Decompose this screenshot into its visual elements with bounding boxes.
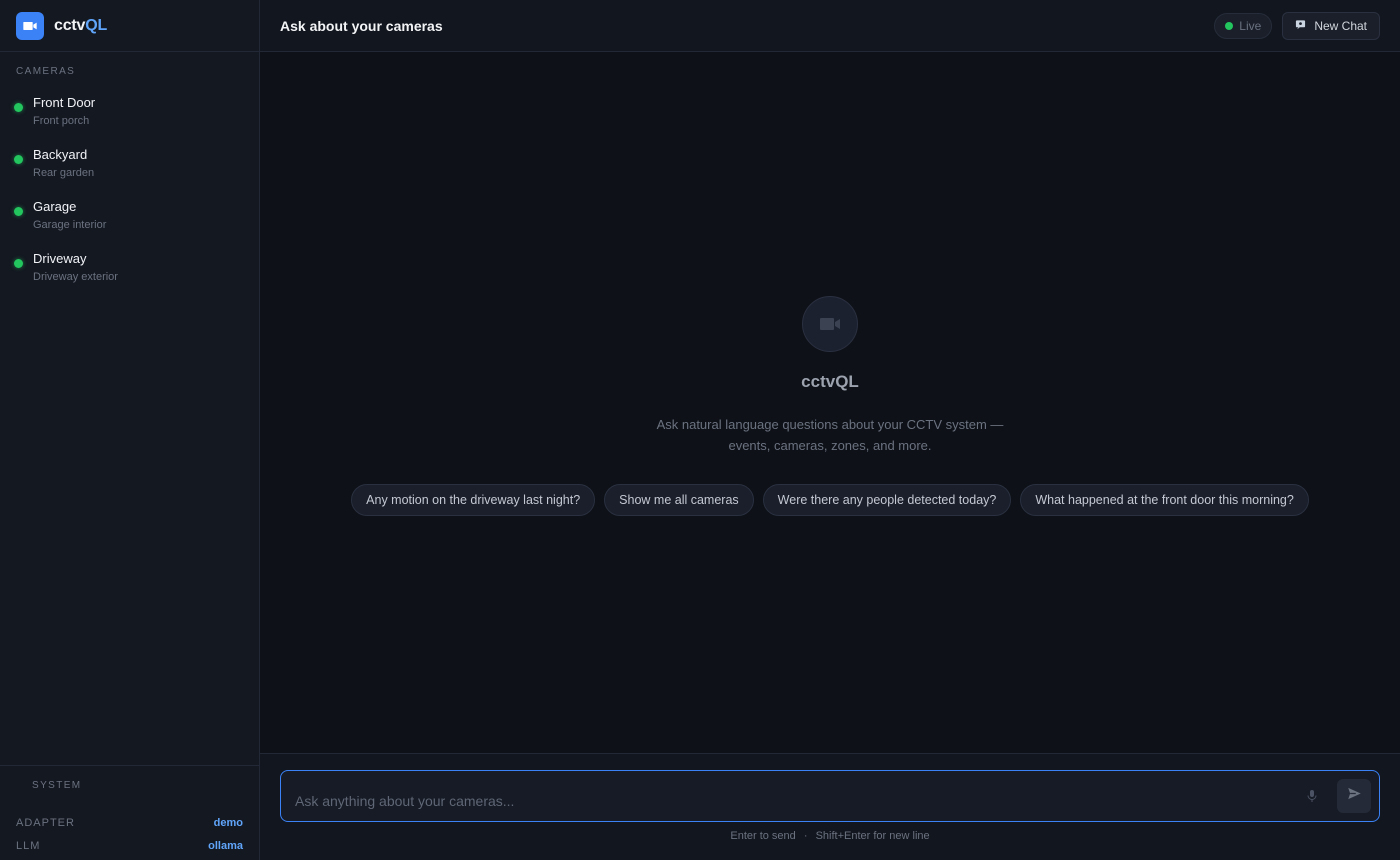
suggestion-chips: Any motion on the driveway last night? S… xyxy=(351,484,1309,516)
topbar: Ask about your cameras Live New Chat xyxy=(260,0,1400,52)
system-row-llm: LLM ollama xyxy=(16,834,243,857)
chat-icon xyxy=(1295,19,1306,33)
camera-name: Backyard xyxy=(33,147,88,162)
microphone-icon[interactable] xyxy=(1299,783,1325,809)
camera-item-driveway[interactable]: Driveway Driveway exterior xyxy=(0,243,259,295)
chat-area: cctvQL Ask natural language questions ab… xyxy=(260,52,1400,753)
camera-location: Garage interior xyxy=(33,219,107,231)
new-chat-button[interactable]: New Chat xyxy=(1282,11,1380,40)
system-row-adapter: ADAPTER demo xyxy=(16,811,243,834)
camera-list: Front Door Front porch Backyard Rear gar… xyxy=(0,83,259,295)
camera-item-front-door[interactable]: Front Door Front porch xyxy=(0,87,259,139)
camera-item-garage[interactable]: Garage Garage interior xyxy=(0,191,259,243)
status-dot xyxy=(14,207,23,216)
camera-name: Driveway xyxy=(33,251,87,266)
send-icon xyxy=(1347,786,1362,806)
video-camera-icon xyxy=(802,296,858,352)
brand[interactable]: cctvQL xyxy=(0,0,259,52)
camera-name: Garage xyxy=(33,199,77,214)
system-value: demo xyxy=(213,816,243,829)
suggestion-chip[interactable]: Were there any people detected today? xyxy=(762,484,1012,516)
empty-state-description: Ask natural language questions about you… xyxy=(656,417,1004,453)
new-chat-label: New Chat xyxy=(1314,18,1367,33)
hint-newline: Shift+Enter for new line xyxy=(815,830,930,842)
sidebar: cctvQL CAMERAS Front Door Front porch Ba… xyxy=(0,0,260,860)
brand-name: cctvQL xyxy=(54,17,107,35)
system-panel: SYSTEM ADAPTER demo LLM ollama xyxy=(0,765,259,860)
empty-state-title: cctvQL xyxy=(801,372,859,391)
live-status-badge: Live xyxy=(1214,12,1273,39)
brand-name-plain: cctv xyxy=(54,16,86,34)
suggestion-chip[interactable]: Any motion on the driveway last night? xyxy=(351,484,596,516)
camera-location: Rear garden xyxy=(33,167,95,179)
composer: Enter to send · Shift+Enter for new line xyxy=(260,753,1400,860)
main-panel: Ask about your cameras Live New Chat cct… xyxy=(260,0,1400,860)
page-title: Ask about your cameras xyxy=(280,17,443,34)
empty-state: cctvQL Ask natural language questions ab… xyxy=(260,296,1400,516)
camera-item-backyard[interactable]: Backyard Rear garden xyxy=(0,139,259,191)
brand-name-accent: QL xyxy=(85,16,108,34)
camera-name: Front Door xyxy=(33,95,96,110)
suggestion-chip[interactable]: What happened at the front door this mor… xyxy=(1020,484,1309,516)
cameras-section-label: CAMERAS xyxy=(16,66,76,77)
system-value: ollama xyxy=(208,839,243,852)
status-dot xyxy=(14,103,23,112)
live-dot xyxy=(1225,21,1234,30)
camera-location: Front porch xyxy=(33,115,90,127)
camera-location: Driveway exterior xyxy=(33,271,118,283)
message-input[interactable] xyxy=(295,793,1299,809)
system-key: ADAPTER xyxy=(16,816,75,829)
send-button[interactable] xyxy=(1337,779,1371,813)
system-section-label: SYSTEM xyxy=(32,780,82,791)
hint-separator: · xyxy=(803,830,808,842)
hint-send: Enter to send xyxy=(730,830,796,842)
composer-hint: Enter to send · Shift+Enter for new line xyxy=(280,830,1380,842)
suggestion-chip[interactable]: Show me all cameras xyxy=(604,484,754,516)
live-label: Live xyxy=(1239,18,1262,33)
status-dot xyxy=(14,259,23,268)
app: cctvQL CAMERAS Front Door Front porch Ba… xyxy=(0,0,1400,860)
message-input-wrapper xyxy=(280,770,1380,822)
video-camera-icon xyxy=(16,11,44,40)
status-dot xyxy=(14,155,23,164)
system-key: LLM xyxy=(16,839,41,852)
